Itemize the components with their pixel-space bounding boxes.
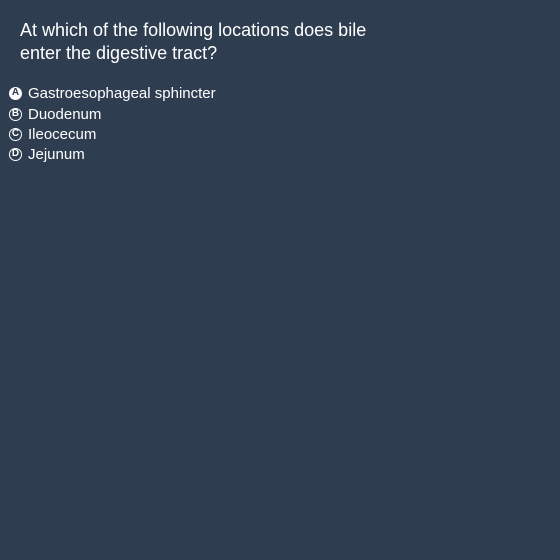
option-d-letter-badge-icon: D — [9, 147, 22, 161]
option-c[interactable]: C Ileocecum — [9, 124, 216, 144]
option-b-letter-badge-icon: B — [9, 107, 22, 121]
question-text: At which of the following locations does… — [20, 20, 367, 63]
option-a[interactable]: A Gastroesophageal sphincter — [9, 82, 216, 104]
option-d-label: Jejunum — [28, 145, 85, 163]
option-b[interactable]: B Duodenum — [9, 104, 216, 124]
option-d[interactable]: D Jejunum — [9, 144, 216, 164]
option-c-letter-badge-icon: C — [9, 127, 22, 141]
option-a-letter-badge-icon: A — [9, 86, 22, 100]
option-b-label: Duodenum — [28, 105, 102, 123]
option-c-label: Ileocecum — [28, 125, 97, 143]
answer-options-list: A Gastroesophageal sphincter B Duodenum … — [9, 82, 216, 164]
option-a-label: Gastroesophageal sphincter — [28, 84, 216, 102]
